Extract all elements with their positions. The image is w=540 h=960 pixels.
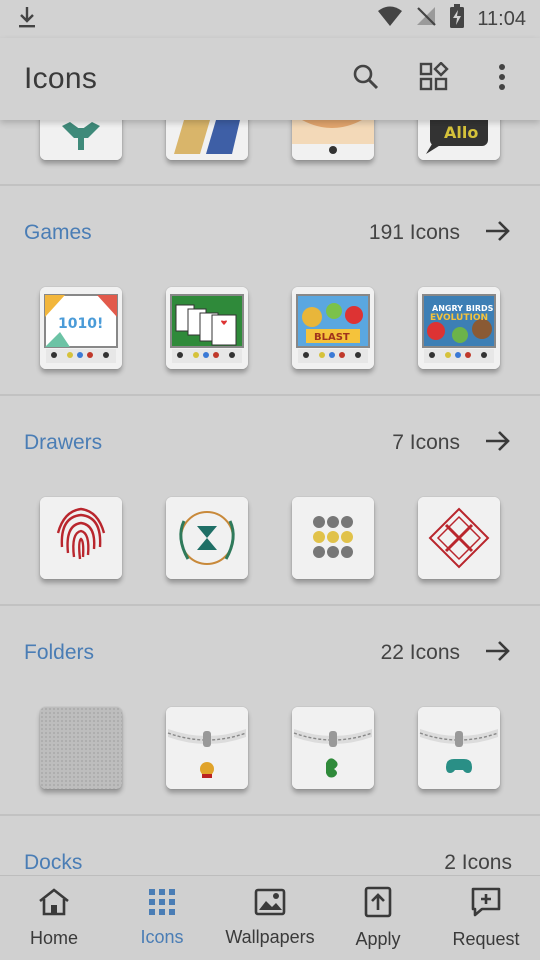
- section-title: Drawers: [24, 431, 103, 454]
- section-count: 22 Icons: [380, 641, 460, 664]
- partial-icon-1[interactable]: [40, 120, 122, 160]
- section-title: Docks: [24, 851, 83, 874]
- more-options-button[interactable]: [482, 59, 522, 99]
- hand-folder-icon[interactable]: [292, 707, 374, 789]
- wifi-icon: [377, 5, 403, 33]
- app-bar: Icons: [0, 38, 540, 120]
- divider: [0, 394, 540, 396]
- status-icons: 11:04: [377, 4, 526, 34]
- section-header-drawers[interactable]: Drawers 7 Icons: [0, 423, 540, 463]
- arrow-right-icon[interactable]: [484, 429, 512, 458]
- section-count: 7 Icons: [392, 431, 460, 454]
- section-title: Folders: [24, 641, 95, 664]
- allo-text: Allo: [444, 123, 478, 142]
- page-title: Icons: [24, 62, 98, 95]
- divider: [0, 604, 540, 606]
- download-icon: [16, 5, 38, 34]
- nav-label: Apply: [355, 929, 401, 949]
- section-title: Games: [24, 221, 92, 244]
- section-header-games[interactable]: Games 191 Icons: [0, 213, 540, 253]
- section-count: 2 Icons: [444, 851, 512, 874]
- 1010-text: 1010!: [58, 316, 103, 332]
- home-icon: [37, 887, 71, 922]
- partial-icon-2[interactable]: [166, 120, 248, 160]
- battery-charging-icon: [449, 4, 465, 34]
- gamepad-folder-icon[interactable]: [418, 707, 500, 789]
- nav-label: Icons: [140, 927, 184, 947]
- section-count: 191 Icons: [368, 221, 460, 244]
- nav-wallpapers[interactable]: Wallpapers: [216, 876, 324, 960]
- nav-home[interactable]: Home: [0, 876, 108, 960]
- icon-sections-list[interactable]: Allo Games 191 Icons 1010! BLAST ANGRY B…: [0, 120, 540, 875]
- divider: [0, 814, 540, 816]
- more-vert-icon: [498, 63, 506, 96]
- section-header-folders[interactable]: Folders 22 Icons: [0, 633, 540, 673]
- evolution-text: EVOLUTION: [430, 313, 488, 323]
- partial-icon-3[interactable]: [292, 120, 374, 160]
- 1010-game-icon[interactable]: 1010!: [40, 287, 122, 369]
- search-button[interactable]: [346, 59, 386, 99]
- drawers-icon-row: [0, 497, 540, 581]
- blank-folder-icon[interactable]: [40, 707, 122, 789]
- status-time: 11:04: [477, 7, 526, 30]
- badge-folder-icon[interactable]: [166, 707, 248, 789]
- search-icon: [352, 63, 380, 96]
- status-bar: 11:04: [0, 0, 540, 38]
- arrow-right-icon[interactable]: [484, 639, 512, 668]
- apply-icon: [364, 886, 392, 923]
- apps-grid-icon: [148, 888, 176, 921]
- section-header-docks[interactable]: Docks 2 Icons: [0, 843, 540, 875]
- image-icon: [254, 888, 286, 921]
- blast-text: BLAST: [314, 332, 350, 343]
- divider: [0, 184, 540, 186]
- emblem-drawer-icon[interactable]: [166, 497, 248, 579]
- dots-grid-drawer-icon[interactable]: [292, 497, 374, 579]
- nav-label: Home: [29, 928, 78, 948]
- nav-request[interactable]: Request: [432, 876, 540, 960]
- nav-icons[interactable]: Icons: [108, 876, 216, 960]
- angry-birds-evolution-icon[interactable]: ANGRY BIRDS EVOLUTION: [418, 287, 500, 369]
- folders-icon-row: [0, 707, 540, 791]
- request-icon: [470, 886, 502, 923]
- swords-drawer-icon[interactable]: [418, 497, 500, 579]
- grid-shapes-icon: [419, 60, 449, 97]
- no-signal-icon: [415, 5, 437, 33]
- angry-text: ANGRY BIRDS: [432, 304, 494, 313]
- icon-shape-button[interactable]: [414, 59, 454, 99]
- fingerprint-drawer-icon[interactable]: [40, 497, 122, 579]
- bottom-navigation: Home Icons Wallpapers Apply Request: [0, 875, 540, 960]
- app-bar-actions: [346, 59, 522, 99]
- solitaire-game-icon[interactable]: [166, 287, 248, 369]
- arrow-right-icon[interactable]: [484, 219, 512, 248]
- nav-apply[interactable]: Apply: [324, 876, 432, 960]
- nav-label: Wallpapers: [225, 927, 315, 947]
- nav-label: Request: [452, 929, 520, 949]
- angry-birds-blast-icon[interactable]: BLAST: [292, 287, 374, 369]
- partial-icon-row: Allo: [0, 120, 540, 162]
- games-icon-row: 1010! BLAST ANGRY BIRDS EVOLUTION: [0, 287, 540, 371]
- partial-icon-allo[interactable]: Allo: [418, 120, 500, 160]
